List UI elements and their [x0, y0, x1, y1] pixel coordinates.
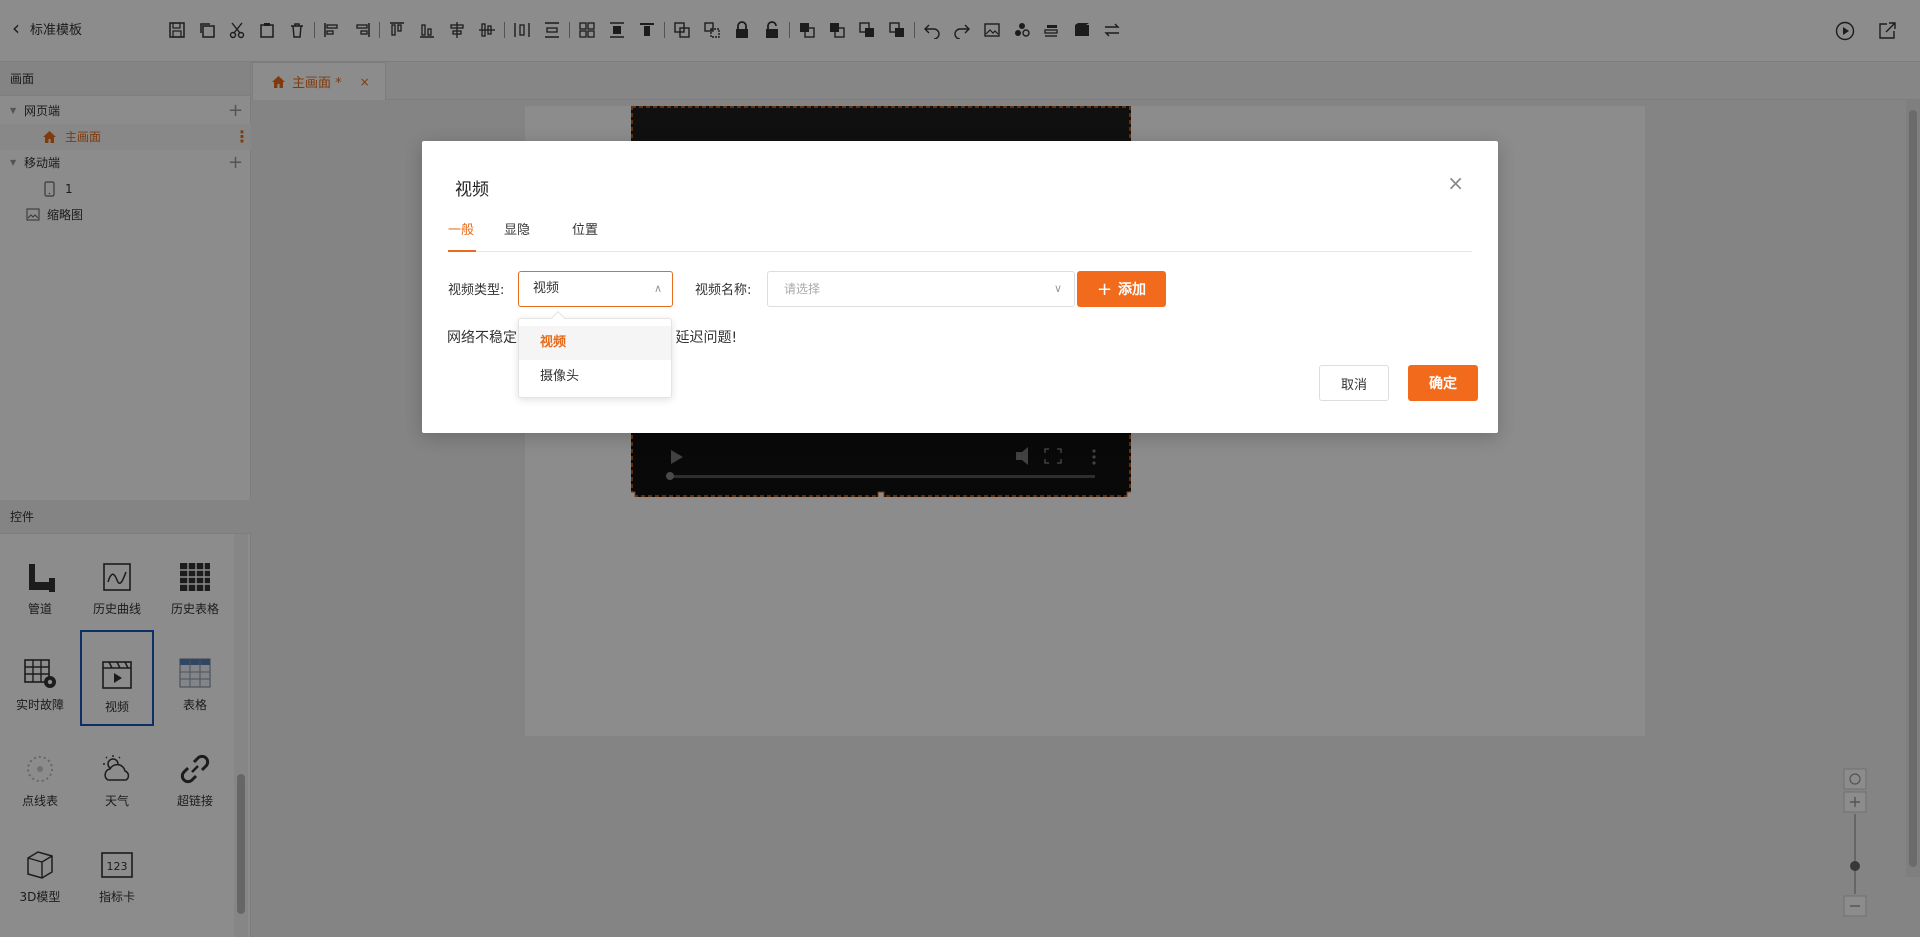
video-type-select[interactable]: 视频 ∧ [518, 271, 673, 307]
video-type-dropdown: 视频 摄像头 [518, 310, 672, 398]
tab-visibility[interactable]: 显隐 [504, 222, 530, 252]
tab-general[interactable]: 一般 [448, 222, 476, 252]
add-label: 添加 [1118, 282, 1147, 298]
option-video[interactable]: 视频 [519, 326, 671, 360]
video-type-label: 视频类型: [448, 283, 505, 298]
notice-end: 延迟问题! [675, 330, 738, 346]
chevron-down-icon: ∨ [1053, 282, 1062, 295]
dialog-tabs: 一般 显隐 位置 [448, 222, 1472, 252]
chevron-up-icon: ∧ [653, 282, 662, 295]
video-name-select[interactable]: 请选择 ∨ [767, 271, 1075, 307]
tab-position[interactable]: 位置 [572, 222, 598, 252]
cancel-button[interactable]: 取消 [1319, 365, 1389, 401]
video-name-label: 视频名称: [695, 283, 752, 298]
plus-icon: + [1096, 278, 1113, 300]
select-value: 视频 [533, 281, 560, 296]
confirm-button[interactable]: 确定 [1408, 365, 1478, 401]
dialog-title: 视频 [455, 180, 489, 200]
notice-start: 网络不稳定 [447, 330, 517, 346]
select-placeholder: 请选择 [784, 282, 821, 296]
option-camera[interactable]: 摄像头 [519, 360, 671, 394]
add-button[interactable]: + 添加 [1077, 271, 1166, 307]
close-icon[interactable]: × [1447, 173, 1464, 193]
